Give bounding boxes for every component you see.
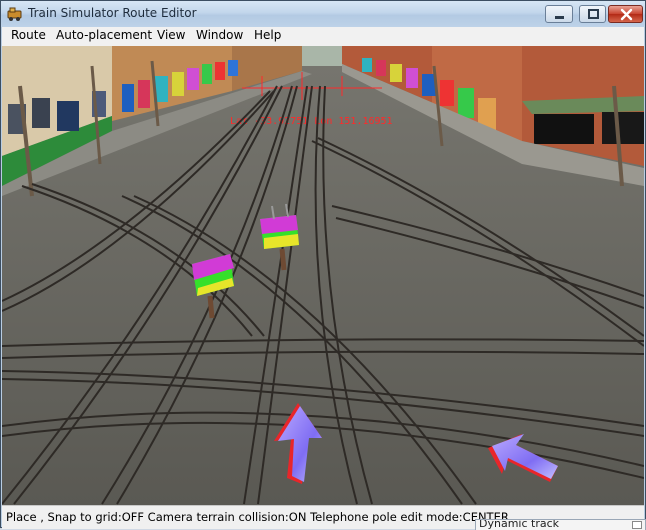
menu-window[interactable]: Window [196, 28, 243, 42]
3d-viewport[interactable]: Lat -33.92751 Lon 151.16951 [2, 46, 644, 505]
menu-auto-placement[interactable]: Auto-placement [56, 28, 152, 42]
dynamic-track-panel[interactable]: Dynamic track [475, 519, 646, 530]
app-window: Train Simulator Route Editor Route Auto-… [0, 0, 646, 530]
coordinate-readout: Lat -33.92751 Lon 151.16951 [230, 116, 393, 127]
dynamic-track-title: Dynamic track [479, 519, 560, 530]
window-title: Train Simulator Route Editor [28, 6, 197, 20]
maximize-button[interactable] [579, 5, 606, 23]
route-scene[interactable]: Lat -33.92751 Lon 151.16951 [2, 46, 644, 505]
close-icon [620, 8, 633, 21]
menu-bar: Route Auto-placement View Window Help [2, 27, 644, 47]
minimize-button[interactable] [545, 5, 573, 23]
train-app-icon [7, 7, 22, 21]
close-button[interactable] [608, 5, 643, 23]
menu-view[interactable]: View [157, 28, 185, 42]
status-text: Place , Snap to grid:OFF Camera terrain … [6, 510, 509, 524]
menu-help[interactable]: Help [254, 28, 281, 42]
menu-route[interactable]: Route [11, 28, 46, 42]
title-bar[interactable]: Train Simulator Route Editor [1, 1, 645, 27]
maximize-icon [588, 9, 599, 19]
minimize-icon [555, 16, 564, 19]
